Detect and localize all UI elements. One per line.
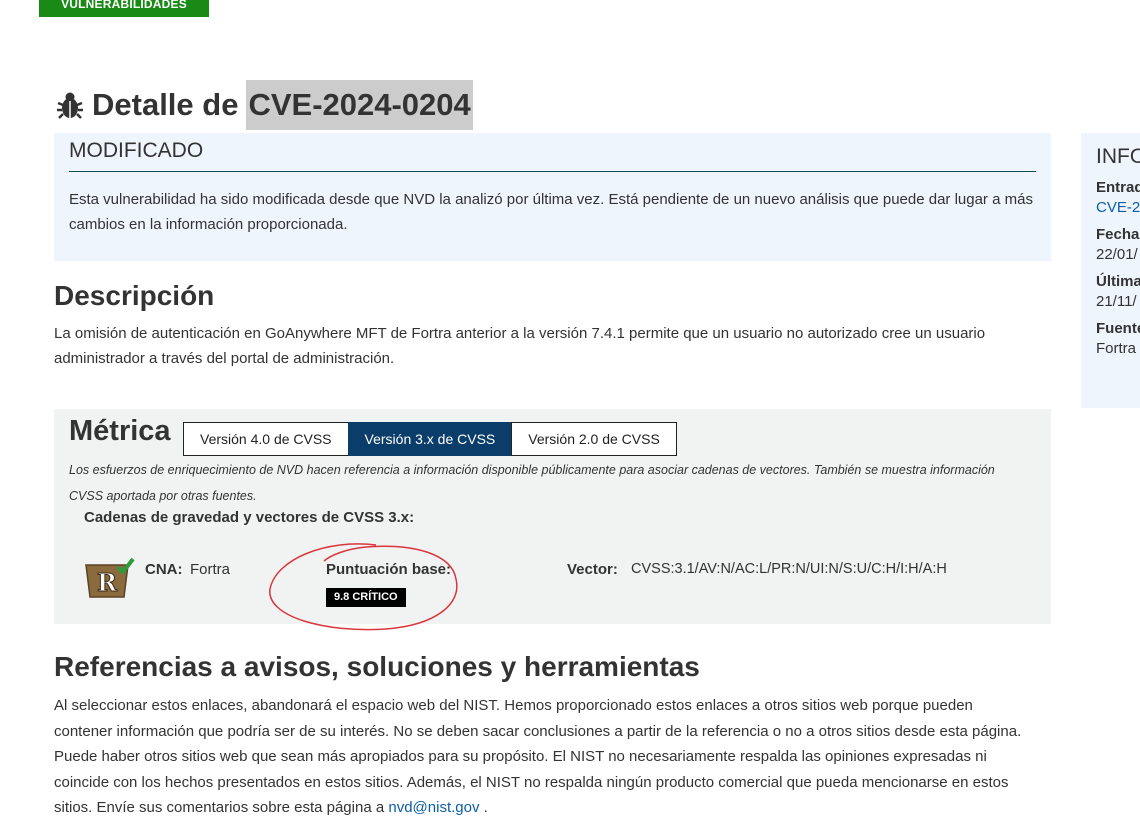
references-heading: Referencias a avisos, soluciones y herra…: [54, 651, 700, 682]
cvss-version-tabs: Versión 4.0 de CVSS Versión 3.x de CVSS …: [183, 422, 677, 456]
side-row-value: 21/11/: [1096, 293, 1137, 310]
nvd-email-link[interactable]: nvd@nist.gov: [388, 799, 479, 816]
description-heading: Descripción: [54, 280, 215, 311]
base-score-label: Puntuación base:: [326, 561, 452, 578]
cna-value: Fortra: [190, 561, 231, 578]
cna-label: CNA:: [145, 561, 183, 578]
side-row-label: Última: [1096, 273, 1140, 290]
svg-text:R: R: [97, 568, 118, 597]
metric-heading: Métrica: [69, 415, 171, 447]
side-row-label: Entrad: [1096, 179, 1140, 196]
vulnerabilities-button[interactable]: VULNERABILIDADES: [39, 0, 209, 17]
modified-notice: MODIFICADO Esta vulnerabilidad ha sido m…: [54, 133, 1051, 261]
title-prefix: Detalle de: [92, 87, 239, 122]
tab-cvss-2[interactable]: Versión 2.0 de CVSS: [511, 422, 677, 456]
references-body: Al seleccionar estos enlaces, abandonará…: [54, 697, 1022, 816]
vector-value: CVSS:3.1/AV:N/AC:L/PR:N/UI:N/S:U/C:H/I:H…: [631, 561, 947, 577]
side-row-value: 22/01/: [1096, 246, 1138, 263]
side-panel-title: INFO: [1096, 145, 1140, 168]
side-row-value: Fortra: [1096, 340, 1137, 357]
info-side-panel: INFO Entrad CVE-20 Fecha 22/01/ Última 2…: [1081, 133, 1140, 408]
modified-text: Esta vulnerabilidad ha sido modificada d…: [69, 191, 1033, 233]
references-end: .: [483, 799, 488, 816]
modified-heading: MODIFICADO: [69, 139, 1036, 172]
side-row-label: Fecha: [1096, 226, 1140, 243]
side-row-label: Fuente: [1096, 320, 1140, 337]
page-title: Detalle de CVE-2024-0204: [54, 80, 473, 130]
references-text: Al seleccionar estos enlaces, abandonará…: [54, 693, 1029, 821]
tab-cvss-4[interactable]: Versión 4.0 de CVSS: [183, 422, 349, 456]
metric-section: Métrica Versión 4.0 de CVSS Versión 3.x …: [54, 409, 1051, 631]
severity-heading: Cadenas de gravedad y vectores de CVSS 3…: [84, 509, 415, 526]
cna-reviewed-icon: R: [85, 557, 135, 598]
metric-note: Los esfuerzos de enriquecimiento de NVD …: [69, 463, 995, 503]
vector-label: Vector:: [567, 561, 618, 578]
cve-id: CVE-2024-0204: [246, 80, 473, 130]
red-annotation-circle: [269, 543, 458, 631]
side-row-value[interactable]: CVE-20: [1096, 199, 1140, 216]
tab-cvss-3[interactable]: Versión 3.x de CVSS: [347, 422, 513, 456]
bug-icon: [57, 92, 83, 119]
description-text: La omisión de autenticación en GoAnywher…: [54, 325, 986, 367]
base-score-badge[interactable]: 9.8 CRÍTICO: [326, 588, 406, 607]
